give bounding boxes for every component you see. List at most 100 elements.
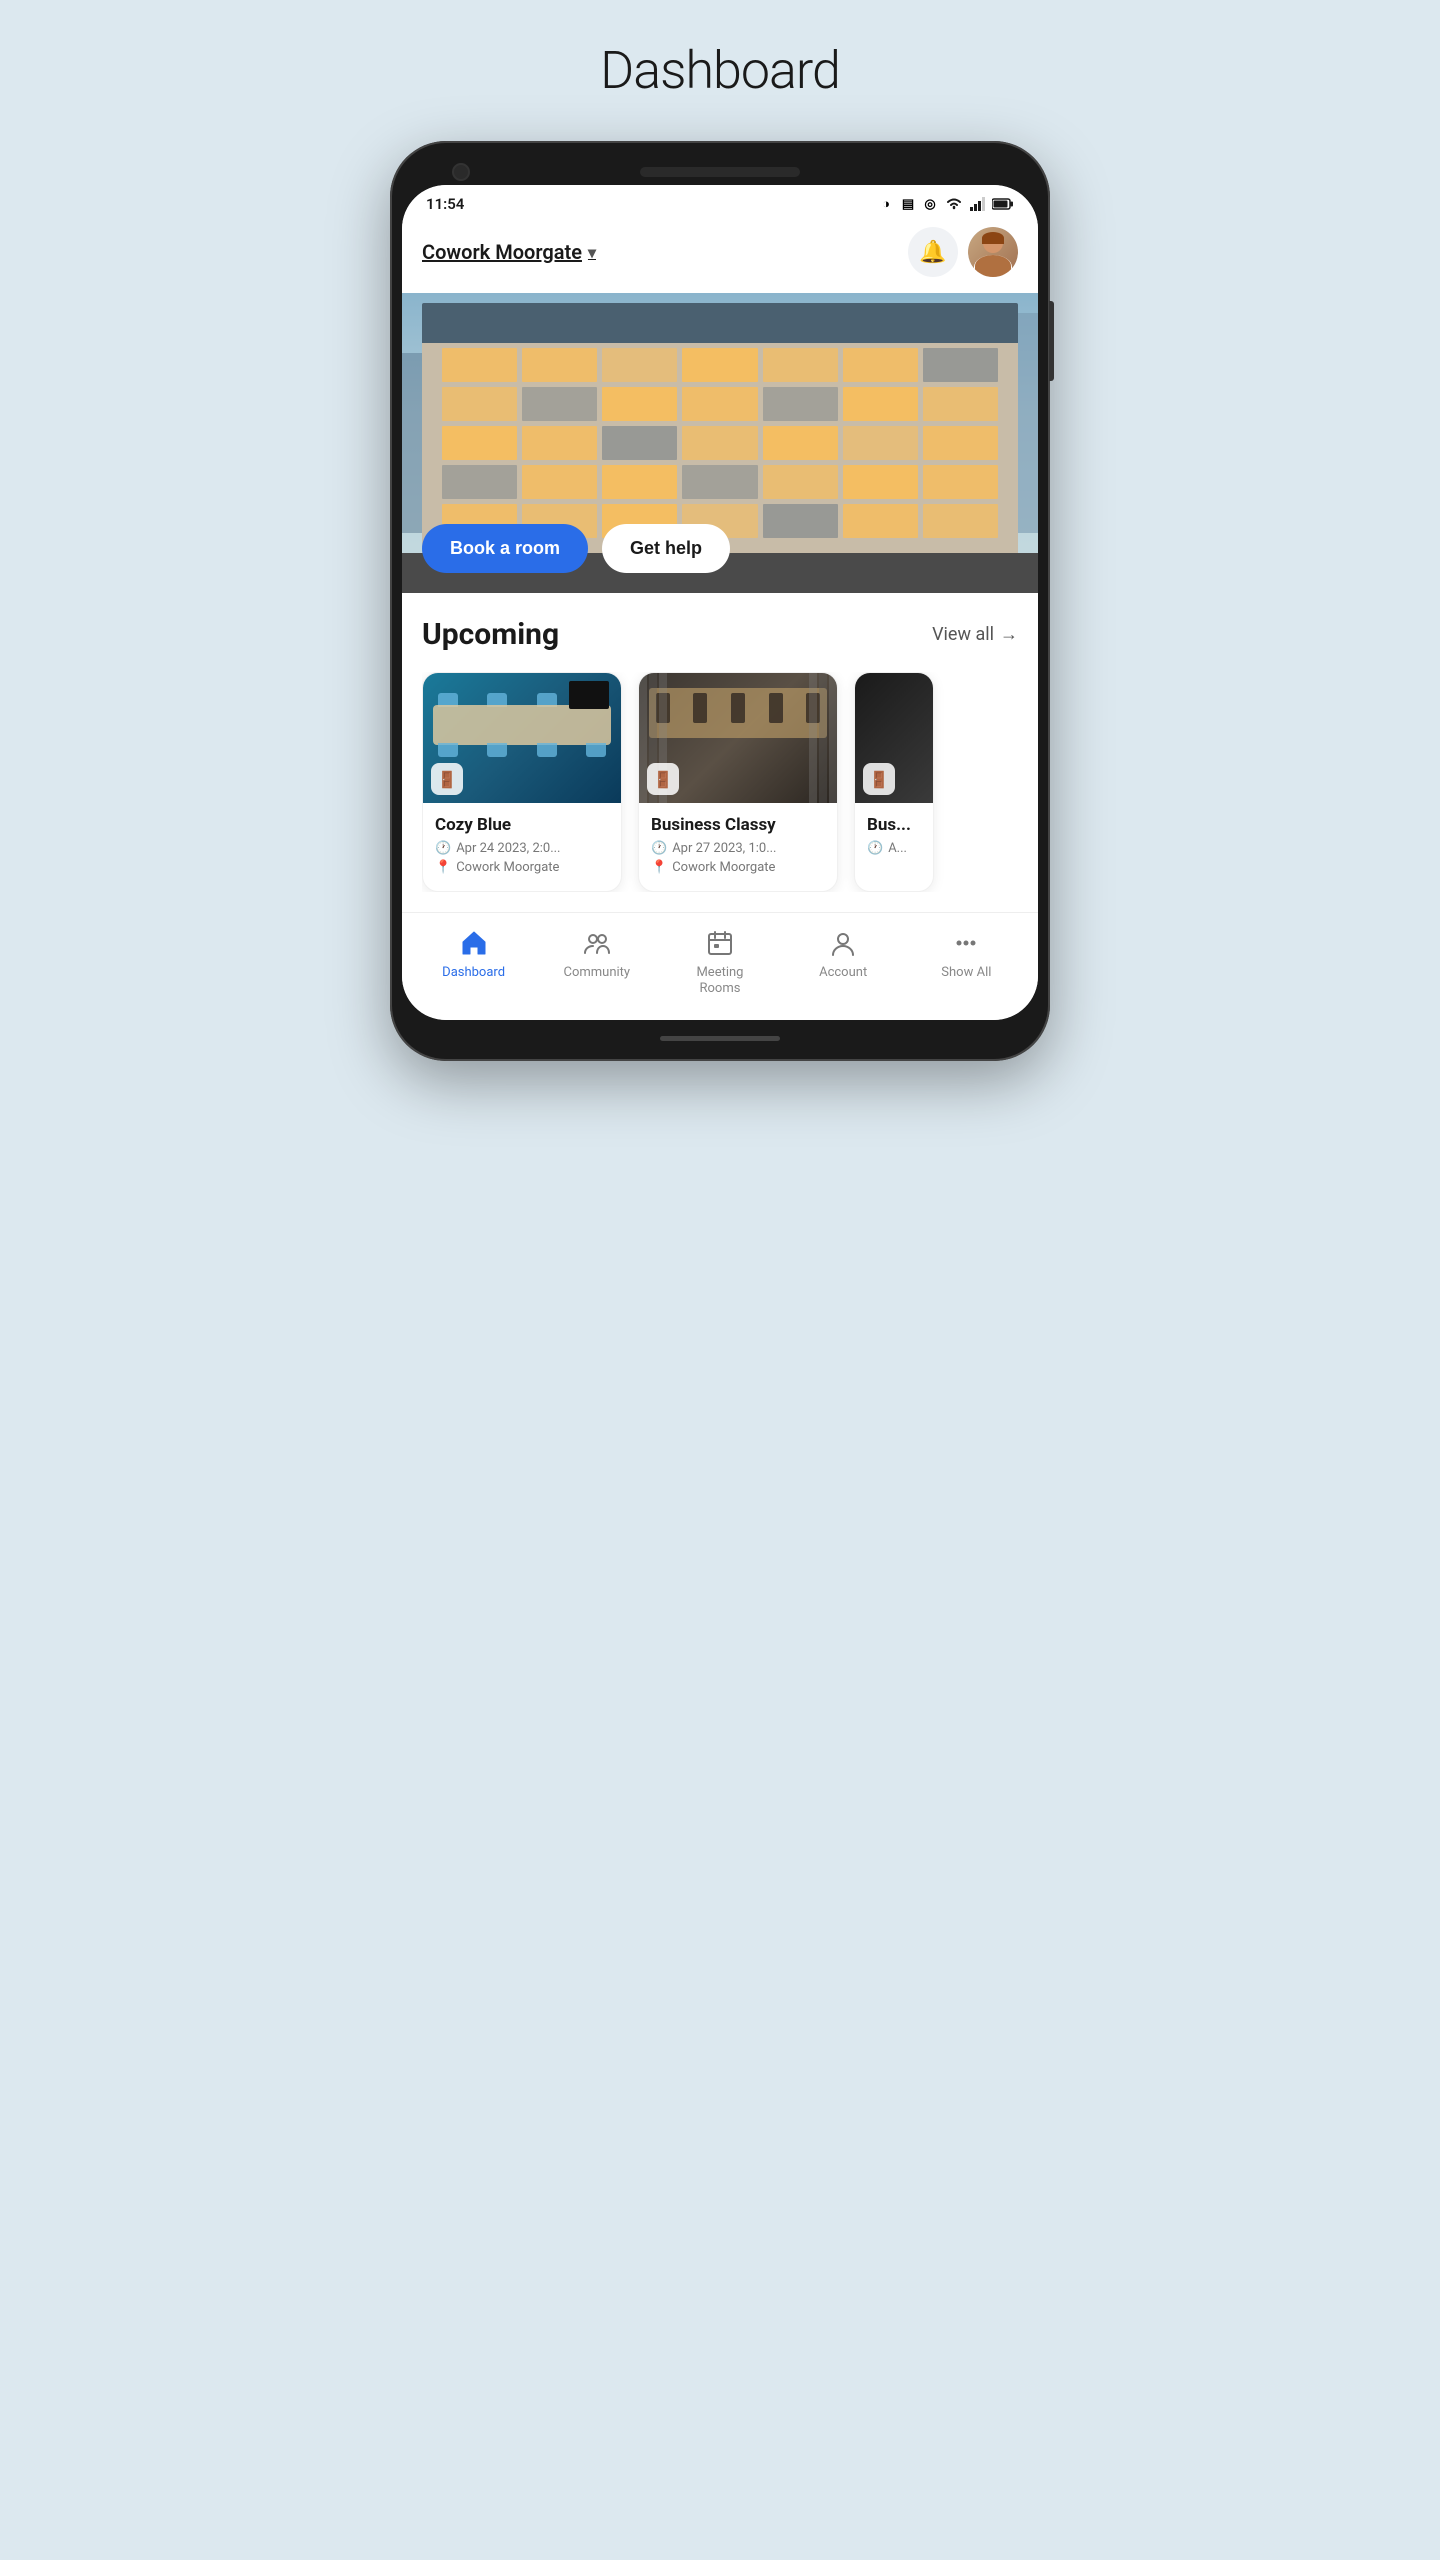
nav-item-dashboard[interactable]: Dashboard <box>439 929 509 981</box>
window <box>522 348 597 382</box>
window <box>763 387 838 421</box>
window <box>843 387 918 421</box>
notifications-button[interactable]: 🔔 <box>908 227 958 277</box>
status-icons: ◑ ▤ ◎ <box>878 196 1014 212</box>
card-date-text: Apr 24 2023, 2:0... <box>456 841 560 856</box>
window <box>843 465 918 499</box>
section-header: Upcoming View all → <box>422 617 1018 652</box>
nav-label-community: Community <box>563 965 630 981</box>
nav-label-account: Account <box>819 965 867 981</box>
window <box>843 504 918 538</box>
window <box>522 387 597 421</box>
card-date-partial: 🕐 A... <box>867 841 921 856</box>
status-bar: 11:54 ◑ ▤ ◎ <box>402 185 1038 219</box>
card-location-text: Cowork Moorgate <box>672 860 775 875</box>
window <box>923 426 998 460</box>
card-title-partial: Bus... <box>867 815 921 835</box>
window <box>442 387 517 421</box>
circle-icon: ◑ <box>878 196 894 212</box>
phone-bottom-bar <box>402 1020 1038 1049</box>
card-date: 🕐 Apr 24 2023, 2:0... <box>435 841 609 856</box>
window-grid <box>422 333 1018 553</box>
card-date-text: Apr 27 2023, 1:0... <box>672 841 776 856</box>
clock-icon: 🕐 <box>435 841 451 856</box>
card-title: Cozy Blue <box>435 815 609 835</box>
view-all-label: View all <box>932 624 994 645</box>
window <box>923 348 998 382</box>
window <box>923 465 998 499</box>
window <box>682 465 757 499</box>
power-button <box>1049 301 1054 381</box>
window <box>682 387 757 421</box>
window <box>442 465 517 499</box>
pin-icon: 📍 <box>651 860 667 875</box>
window <box>522 465 597 499</box>
clock-icon: 🕐 <box>867 841 883 856</box>
card-title: Business Classy <box>651 815 825 835</box>
window <box>602 348 677 382</box>
phone-screen: 11:54 ◑ ▤ ◎ <box>402 185 1038 1020</box>
signal-icon <box>970 197 986 211</box>
booking-card[interactable]: 🚪 Cozy Blue 🕐 Apr 24 2023, 2:0... 📍 Cowo… <box>422 672 622 892</box>
home-indicator <box>660 1036 780 1041</box>
home-icon <box>460 929 488 961</box>
nav-item-community[interactable]: Community <box>562 929 632 981</box>
window <box>763 465 838 499</box>
front-camera <box>452 163 470 181</box>
booking-card-partial: 🚪 Bus... 🕐 A... <box>854 672 934 892</box>
nav-label-meeting-rooms: Meeting Rooms <box>696 965 743 996</box>
clock-icon: 🕐 <box>651 841 667 856</box>
card-location: 📍 Cowork Moorgate <box>651 860 825 875</box>
book-room-button[interactable]: Book a room <box>422 524 588 573</box>
door-icon: 🚪 <box>647 763 679 795</box>
header-actions: 🔔 <box>908 227 1018 277</box>
window <box>763 504 838 538</box>
wifi-icon <box>944 196 964 212</box>
window <box>923 504 998 538</box>
earpiece <box>640 167 800 177</box>
nav-item-account[interactable]: Account <box>808 929 878 981</box>
card-body-partial: Bus... 🕐 A... <box>855 803 933 872</box>
booking-card[interactable]: 🚪 Business Classy 🕐 Apr 27 2023, 1:0... … <box>638 672 838 892</box>
nav-item-meeting-rooms[interactable]: Meeting Rooms <box>685 929 755 996</box>
window <box>763 348 838 382</box>
nav-label-dashboard: Dashboard <box>442 965 505 981</box>
window <box>602 387 677 421</box>
battery-icon <box>992 197 1014 211</box>
hero-buttons: Book a room Get help <box>422 524 730 573</box>
roof <box>422 303 1018 343</box>
avatar <box>968 227 1018 277</box>
app-header: Cowork Moorgate ▾ 🔔 <box>402 219 1038 293</box>
sync-icon: ◎ <box>922 196 938 212</box>
hero-image: Book a room Get help <box>402 293 1038 593</box>
booking-cards-row: 🚪 Cozy Blue 🕐 Apr 24 2023, 2:0... 📍 Cowo… <box>422 672 1018 892</box>
phone-top-bar <box>402 153 1038 185</box>
window <box>682 348 757 382</box>
chevron-down-icon: ▾ <box>588 243 596 262</box>
page-title: Dashboard <box>600 40 840 101</box>
card-image-cozy: 🚪 <box>423 673 621 803</box>
get-help-button[interactable]: Get help <box>602 524 730 573</box>
nav-label-show-all: Show All <box>941 965 991 981</box>
view-all-link[interactable]: View all → <box>932 624 1018 645</box>
window <box>522 426 597 460</box>
nav-item-show-all[interactable]: Show All <box>931 929 1001 981</box>
card-date: 🕐 Apr 27 2023, 1:0... <box>651 841 825 856</box>
card-location-text: Cowork Moorgate <box>456 860 559 875</box>
door-icon: 🚪 <box>863 763 895 795</box>
upcoming-title: Upcoming <box>422 617 559 652</box>
window <box>602 426 677 460</box>
user-avatar-button[interactable] <box>968 227 1018 277</box>
upcoming-section: Upcoming View all → <box>402 593 1038 912</box>
card-body: Cozy Blue 🕐 Apr 24 2023, 2:0... 📍 Cowork… <box>423 803 621 891</box>
window <box>602 465 677 499</box>
phone-frame: 11:54 ◑ ▤ ◎ <box>390 141 1050 1061</box>
arrow-right-icon: → <box>1000 624 1018 645</box>
storage-icon: ▤ <box>900 196 916 212</box>
location-selector[interactable]: Cowork Moorgate ▾ <box>422 240 596 264</box>
more-icon <box>952 929 980 961</box>
window <box>843 426 918 460</box>
card-body: Business Classy 🕐 Apr 27 2023, 1:0... 📍 … <box>639 803 837 891</box>
window <box>442 348 517 382</box>
card-location: 📍 Cowork Moorgate <box>435 860 609 875</box>
